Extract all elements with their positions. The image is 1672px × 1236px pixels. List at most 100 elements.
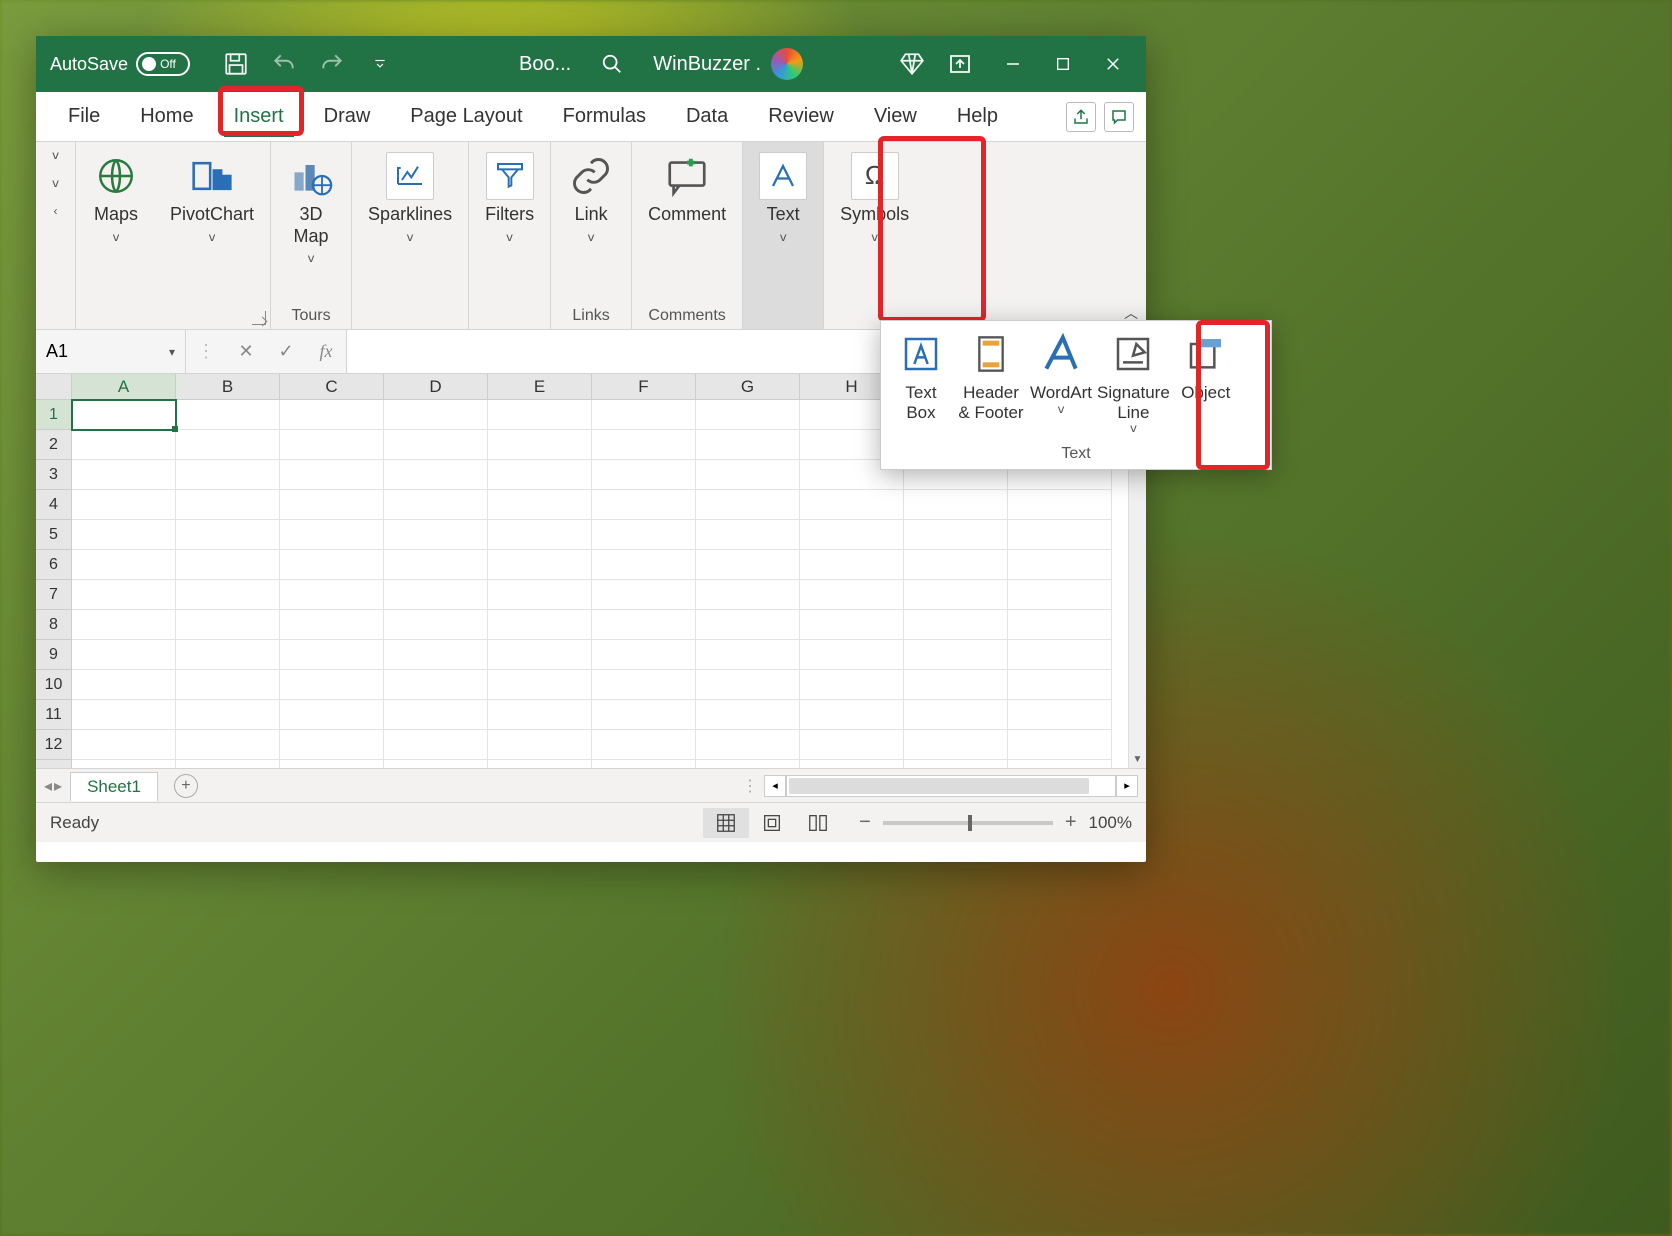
cell-H6[interactable]	[800, 550, 904, 580]
cell-G2[interactable]	[696, 430, 800, 460]
cell-G6[interactable]	[696, 550, 800, 580]
cell-H12[interactable]	[800, 730, 904, 760]
cell-I6[interactable]	[904, 550, 1008, 580]
sparklines-button[interactable]: Sparklinesⅴ	[362, 148, 458, 248]
close-button[interactable]	[1088, 44, 1138, 84]
row-header-12[interactable]: 12	[36, 730, 72, 760]
cell-D11[interactable]	[384, 700, 488, 730]
diamond-icon[interactable]	[892, 44, 932, 84]
col-header-E[interactable]: E	[488, 374, 592, 399]
tab-page-layout[interactable]: Page Layout	[390, 92, 542, 141]
scroll-right-icon[interactable]: ▸	[1116, 775, 1138, 797]
sheet-prev-icon[interactable]: ◂	[44, 776, 52, 796]
cell-G7[interactable]	[696, 580, 800, 610]
cell-E6[interactable]	[488, 550, 592, 580]
cancel-formula-icon[interactable]: ✕	[226, 341, 266, 362]
sheet-next-icon[interactable]: ▸	[54, 776, 62, 796]
comments-button[interactable]	[1104, 102, 1134, 132]
cell-G3[interactable]	[696, 460, 800, 490]
cell-J10[interactable]	[1008, 670, 1112, 700]
cell-J11[interactable]	[1008, 700, 1112, 730]
cell-J13[interactable]	[1008, 760, 1112, 768]
cell-J6[interactable]	[1008, 550, 1112, 580]
maps-button[interactable]: Mapsⅴ	[86, 148, 146, 248]
cell-E7[interactable]	[488, 580, 592, 610]
zoom-out-icon[interactable]: −	[859, 811, 871, 834]
tab-help[interactable]: Help	[937, 92, 1018, 141]
autosave-toggle[interactable]: Off	[136, 52, 190, 76]
col-header-D[interactable]: D	[384, 374, 488, 399]
pivotchart-button[interactable]: PivotChartⅴ	[164, 148, 260, 248]
cell-D7[interactable]	[384, 580, 488, 610]
cell-C7[interactable]	[280, 580, 384, 610]
signature-line-button[interactable]: Signature Lineⅴ	[1097, 329, 1170, 436]
cell-I9[interactable]	[904, 640, 1008, 670]
cell-A7[interactable]	[72, 580, 176, 610]
cell-J8[interactable]	[1008, 610, 1112, 640]
add-sheet-button[interactable]: +	[174, 774, 198, 798]
cell-D12[interactable]	[384, 730, 488, 760]
cell-B10[interactable]	[176, 670, 280, 700]
row-header-10[interactable]: 10	[36, 670, 72, 700]
cell-E3[interactable]	[488, 460, 592, 490]
row-header-3[interactable]: 3	[36, 460, 72, 490]
cell-D3[interactable]	[384, 460, 488, 490]
cell-D4[interactable]	[384, 490, 488, 520]
cell-I7[interactable]	[904, 580, 1008, 610]
cell-F6[interactable]	[592, 550, 696, 580]
text-button[interactable]: Textⅴ	[753, 148, 813, 248]
cell-G11[interactable]	[696, 700, 800, 730]
cell-F5[interactable]	[592, 520, 696, 550]
scroll-down-icon[interactable]: ▼	[1129, 750, 1146, 768]
cell-J9[interactable]	[1008, 640, 1112, 670]
cell-D6[interactable]	[384, 550, 488, 580]
autosave-control[interactable]: AutoSave Off	[50, 52, 190, 76]
row-header-7[interactable]: 7	[36, 580, 72, 610]
cell-D5[interactable]	[384, 520, 488, 550]
dialog-launcher-icon[interactable]	[252, 311, 266, 325]
minimize-button[interactable]	[988, 44, 1038, 84]
cell-I5[interactable]	[904, 520, 1008, 550]
cell-G10[interactable]	[696, 670, 800, 700]
chevron-left-icon[interactable]: ‹	[53, 204, 57, 218]
cell-A9[interactable]	[72, 640, 176, 670]
tab-review[interactable]: Review	[748, 92, 854, 141]
row-header-6[interactable]: 6	[36, 550, 72, 580]
cell-E12[interactable]	[488, 730, 592, 760]
cell-E10[interactable]	[488, 670, 592, 700]
cell-D1[interactable]	[384, 400, 488, 430]
cell-I4[interactable]	[904, 490, 1008, 520]
3d-map-button[interactable]: 3D Mapⅴ	[281, 148, 341, 270]
page-break-view-icon[interactable]	[795, 808, 841, 838]
col-header-A[interactable]: A	[72, 374, 176, 399]
col-header-B[interactable]: B	[176, 374, 280, 399]
cell-H9[interactable]	[800, 640, 904, 670]
cell-B5[interactable]	[176, 520, 280, 550]
cell-F11[interactable]	[592, 700, 696, 730]
zoom-slider[interactable]	[883, 821, 1053, 825]
normal-view-icon[interactable]	[703, 808, 749, 838]
cell-I10[interactable]	[904, 670, 1008, 700]
cell-B13[interactable]	[176, 760, 280, 768]
cell-E1[interactable]	[488, 400, 592, 430]
cell-G9[interactable]	[696, 640, 800, 670]
user-avatar[interactable]	[771, 48, 803, 80]
cell-I11[interactable]	[904, 700, 1008, 730]
cell-C8[interactable]	[280, 610, 384, 640]
col-header-F[interactable]: F	[592, 374, 696, 399]
cell-I13[interactable]	[904, 760, 1008, 768]
qat-dropdown-icon[interactable]	[360, 44, 400, 84]
cell-E8[interactable]	[488, 610, 592, 640]
fx-icon[interactable]: fx	[306, 341, 346, 362]
chevron-down-icon[interactable]: ⅴ	[52, 148, 59, 162]
cell-A8[interactable]	[72, 610, 176, 640]
tab-insert[interactable]: Insert	[214, 92, 304, 141]
enter-formula-icon[interactable]: ✓	[266, 341, 306, 362]
cell-A11[interactable]	[72, 700, 176, 730]
tab-view[interactable]: View	[854, 92, 937, 141]
cell-E9[interactable]	[488, 640, 592, 670]
cell-J4[interactable]	[1008, 490, 1112, 520]
page-layout-view-icon[interactable]	[749, 808, 795, 838]
cell-B12[interactable]	[176, 730, 280, 760]
share-button[interactable]	[1066, 102, 1096, 132]
